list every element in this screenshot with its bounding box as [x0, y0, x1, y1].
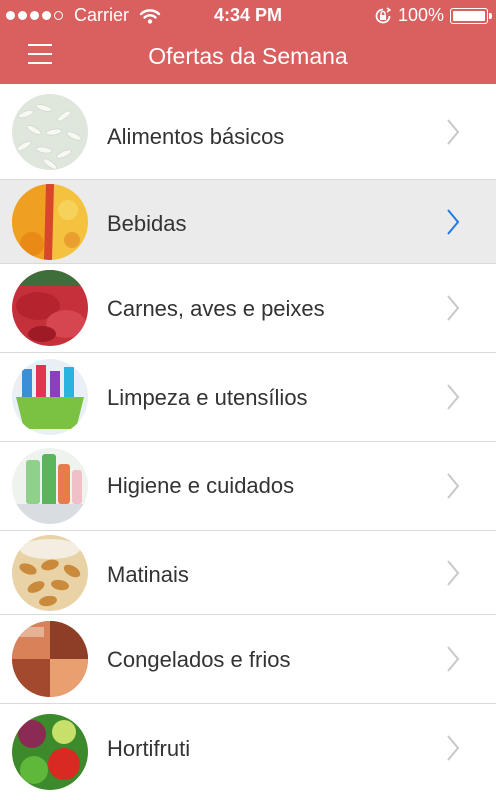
category-row-alimentos-basicos[interactable]: Alimentos básicos — [0, 84, 496, 180]
battery-icon — [450, 7, 492, 24]
category-row-matinais[interactable]: Matinais — [0, 531, 496, 615]
vegetables-photo — [12, 714, 88, 790]
breakfast-cereal-photo — [12, 535, 88, 611]
rice-photo — [12, 94, 88, 170]
rotation-lock-icon — [375, 6, 392, 23]
drinks-photo — [12, 184, 88, 260]
category-label: Bebidas — [107, 211, 187, 236]
frozen-food-photo — [12, 621, 88, 697]
category-label: Carnes, aves e peixes — [107, 296, 325, 321]
category-row-hortifruti[interactable]: Hortifruti — [0, 704, 496, 800]
category-label: Hortifruti — [107, 736, 191, 761]
chevron-right-icon — [446, 294, 460, 322]
meat-photo — [12, 270, 88, 346]
chevron-right-icon — [446, 208, 460, 236]
category-label: Limpeza e utensílios — [107, 385, 308, 410]
category-list: Alimentos básicos Bebidas Carnes, aves e… — [0, 84, 496, 800]
category-row-congelados-frios[interactable]: Congelados e frios — [0, 615, 496, 704]
navigation-bar: Ofertas da Semana — [0, 30, 496, 84]
category-label: Congelados e frios — [107, 647, 291, 672]
hygiene-products-photo — [12, 448, 88, 524]
category-row-bebidas[interactable]: Bebidas — [0, 180, 496, 264]
chevron-right-icon — [446, 645, 460, 673]
category-label: Alimentos básicos — [107, 124, 285, 149]
status-bar: Carrier 4:34 PM 100% — [0, 0, 496, 30]
cleaning-products-photo — [12, 359, 88, 435]
category-row-carnes-aves-peixes[interactable]: Carnes, aves e peixes — [0, 264, 496, 353]
chevron-right-icon — [446, 559, 460, 587]
chevron-right-icon — [446, 383, 460, 411]
category-label: Higiene e cuidados — [107, 473, 295, 498]
category-row-limpeza-utensilios[interactable]: Limpeza e utensílios — [0, 353, 496, 442]
battery-percent: 100% — [397, 5, 444, 25]
category-label: Matinais — [107, 562, 189, 587]
chevron-right-icon — [446, 472, 460, 500]
page-title: Ofertas da Semana — [148, 43, 348, 69]
category-row-higiene-cuidados[interactable]: Higiene e cuidados — [0, 442, 496, 531]
chevron-right-icon — [446, 734, 460, 762]
chevron-right-icon — [446, 118, 460, 146]
